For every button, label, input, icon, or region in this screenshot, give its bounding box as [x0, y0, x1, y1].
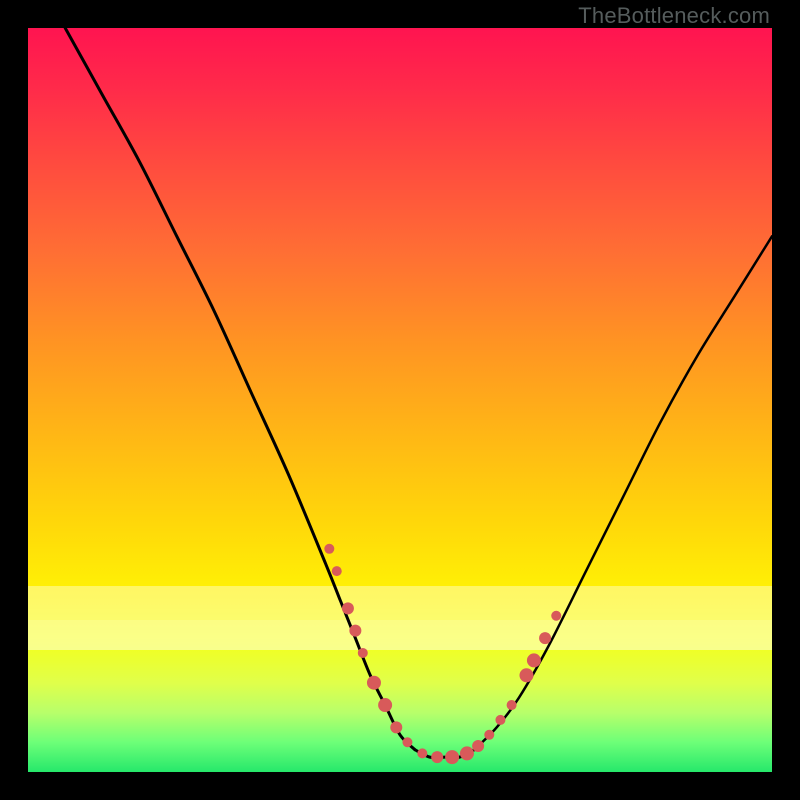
plot-area	[28, 28, 772, 772]
chart-svg	[28, 28, 772, 772]
series-right-curve	[474, 236, 772, 749]
marker-dot	[402, 737, 412, 747]
marker-dot	[551, 611, 561, 621]
chart-frame: TheBottleneck.com	[0, 0, 800, 800]
marker-dot	[358, 648, 368, 658]
marker-dot	[417, 748, 427, 758]
marker-dot	[378, 698, 392, 712]
marker-dot	[431, 751, 443, 763]
marker-dot	[367, 676, 381, 690]
marker-group	[324, 544, 561, 764]
marker-dot	[539, 632, 551, 644]
watermark-text: TheBottleneck.com	[578, 3, 770, 29]
marker-dot	[342, 602, 354, 614]
marker-dot	[484, 730, 494, 740]
marker-dot	[507, 700, 517, 710]
marker-dot	[527, 653, 541, 667]
marker-dot	[460, 746, 474, 760]
marker-dot	[349, 625, 361, 637]
marker-dot	[519, 668, 533, 682]
marker-dot	[324, 544, 334, 554]
marker-dot	[445, 750, 459, 764]
marker-dot	[472, 740, 484, 752]
series-left-curve	[65, 28, 415, 750]
marker-dot	[332, 566, 342, 576]
marker-dot	[495, 715, 505, 725]
marker-dot	[390, 721, 402, 733]
series-group	[65, 28, 772, 758]
